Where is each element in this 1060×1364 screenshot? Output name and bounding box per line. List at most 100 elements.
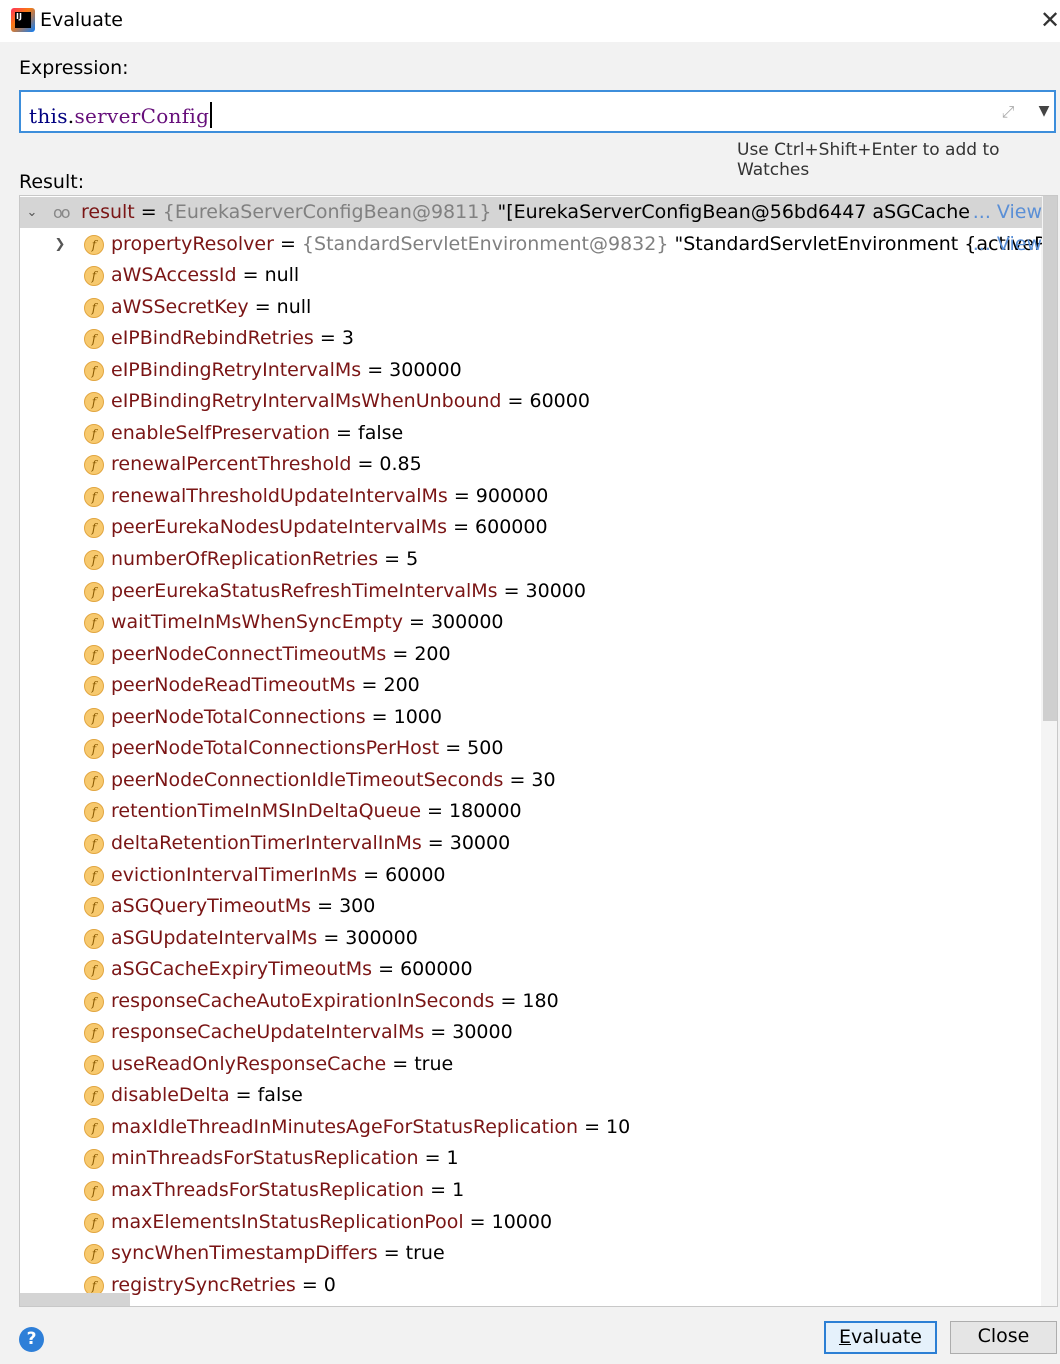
- field-icon: f: [84, 644, 104, 665]
- tree-row-renewalThresholdUpdateIntervalMs[interactable]: f renewalThresholdUpdateIntervalMs = 9000…: [20, 481, 1042, 512]
- tree-row-responseCacheUpdateIntervalMs[interactable]: f responseCacheUpdateIntervalMs = 30000: [20, 1017, 1042, 1048]
- tree-row-aWSSecretKey[interactable]: f aWSSecretKey = null: [20, 292, 1042, 323]
- chevron-down-icon[interactable]: ⌄: [24, 197, 40, 228]
- field-name: maxIdleThreadInMinutesAgeForStatusReplic…: [111, 1115, 579, 1138]
- field-name: renewalThresholdUpdateIntervalMs: [111, 484, 448, 507]
- field-value: 1: [446, 1147, 459, 1170]
- tree-row-useReadOnlyResponseCache[interactable]: f useReadOnlyResponseCache = true: [20, 1049, 1042, 1080]
- horizontal-scrollbar-thumb[interactable]: [20, 1293, 130, 1306]
- tree-row-eIPBindingRetryIntervalMsWhenUnbound[interactable]: f eIPBindingRetryIntervalMsWhenUnbound = …: [20, 386, 1042, 417]
- field-value: 300000: [430, 611, 504, 634]
- tree-row-aSGCacheExpiryTimeoutMs[interactable]: f aSGCacheExpiryTimeoutMs = 600000: [20, 954, 1042, 985]
- field-value: 30: [531, 768, 556, 791]
- tree-row-registrySyncRetries[interactable]: f registrySyncRetries = 0: [20, 1270, 1042, 1301]
- tree-row-minThreadsForStatusReplication[interactable]: f minThreadsForStatusReplication = 1: [20, 1143, 1042, 1174]
- help-icon[interactable]: ?: [19, 1327, 44, 1352]
- tree-row-propertyResolver[interactable]: ❯ f propertyResolver = {StandardServletEnv…: [20, 229, 1042, 260]
- chevron-right-icon[interactable]: ❯: [52, 229, 68, 260]
- field-icon: f: [84, 833, 104, 854]
- field-name: enableSelfPreservation: [111, 421, 331, 444]
- chevron-down-icon[interactable]: ▼: [1033, 100, 1055, 122]
- field-name: peerNodeTotalConnectionsPerHost: [111, 737, 440, 760]
- field-icon: f: [84, 518, 104, 539]
- tree-row-renewalPercentThreshold[interactable]: f renewalPercentThreshold = 0.85: [20, 449, 1042, 480]
- field-icon: f: [84, 613, 104, 634]
- expression-text[interactable]: this.serverConfig: [29, 102, 213, 128]
- tree-row-maxIdleThreadInMinutesAgeForStatusReplication[interactable]: f maxIdleThreadInMinutesAgeForStatusRepli…: [20, 1112, 1042, 1143]
- result-tree[interactable]: ⌄ oo result = {EurekaServerConfigBean@98…: [19, 195, 1058, 1307]
- tree-row-retentionTimeInMSInDeltaQueue[interactable]: f retentionTimeInMSInDeltaQueue = 180000: [20, 796, 1042, 827]
- view-link[interactable]: ... View: [970, 197, 1042, 228]
- field-icon: f: [84, 1181, 104, 1201]
- vertical-scrollbar-thumb[interactable]: [1043, 196, 1057, 721]
- field-icon: f: [84, 739, 104, 760]
- root-name: result: [81, 201, 135, 223]
- evaluate-button[interactable]: Evaluate: [824, 1321, 937, 1354]
- tree-row-numberOfReplicationRetries[interactable]: f numberOfReplicationRetries = 5: [20, 544, 1042, 575]
- field-value: 10: [606, 1115, 631, 1138]
- tree-row-peerNodeConnectTimeoutMs[interactable]: f peerNodeConnectTimeoutMs = 200: [20, 639, 1042, 670]
- field-name: evictionIntervalTimerInMs: [111, 863, 358, 886]
- tree-row-peerEurekaNodesUpdateIntervalMs[interactable]: f peerEurekaNodesUpdateIntervalMs = 60000…: [20, 512, 1042, 543]
- field-icon: f: [84, 802, 104, 823]
- tree-row-aSGUpdateIntervalMs[interactable]: f aSGUpdateIntervalMs = 300000: [20, 923, 1042, 954]
- tree-row-peerNodeTotalConnections[interactable]: f peerNodeTotalConnections = 1000: [20, 702, 1042, 733]
- field-value: true: [405, 1242, 445, 1265]
- field-name: retentionTimeInMSInDeltaQueue: [111, 800, 422, 823]
- tree-row-eIPBindRebindRetries[interactable]: f eIPBindRebindRetries = 3: [20, 323, 1042, 354]
- root-type: {EurekaServerConfigBean@9811}: [162, 201, 492, 223]
- field-name: aWSSecretKey: [111, 295, 249, 318]
- tree-row-peerNodeReadTimeoutMs[interactable]: f peerNodeReadTimeoutMs = 200: [20, 670, 1042, 701]
- field-value: 500: [467, 737, 504, 760]
- field-name: peerNodeTotalConnections: [111, 705, 366, 728]
- tree-row-responseCacheAutoExpirationInSeconds[interactable]: f responseCacheAutoExpirationInSeconds = …: [20, 986, 1042, 1017]
- tree-row-waitTimeInMsWhenSyncEmpty[interactable]: f waitTimeInMsWhenSyncEmpty = 300000: [20, 607, 1042, 638]
- field-value: 180000: [449, 800, 522, 823]
- close-icon[interactable]: ✕: [1040, 6, 1060, 34]
- field-name: peerNodeConnectionIdleTimeoutSeconds: [111, 768, 504, 791]
- field-name: eIPBindingRetryIntervalMs: [111, 358, 362, 381]
- field-icon: f: [84, 707, 104, 728]
- field-value: 60000: [529, 390, 590, 413]
- field-icon: f: [84, 234, 104, 255]
- tree-row-peerNodeConnectionIdleTimeoutSeconds[interactable]: f peerNodeConnectionIdleTimeoutSeconds = …: [20, 765, 1042, 796]
- field-name: aSGUpdateIntervalMs: [111, 926, 318, 949]
- tree-row-enableSelfPreservation[interactable]: f enableSelfPreservation = false: [20, 418, 1042, 449]
- field-icon: f: [84, 297, 104, 318]
- watches-hint: Use Ctrl+Shift+Enter to add to Watches: [737, 140, 1000, 180]
- field-value: 200: [383, 674, 420, 697]
- tree-row-peerEurekaStatusRefreshTimeIntervalMs[interactable]: f peerEurekaStatusRefreshTimeIntervalMs =…: [20, 576, 1042, 607]
- field-name: minThreadsForStatusReplication: [111, 1147, 419, 1170]
- tree-row-deltaRetentionTimerIntervalInMs[interactable]: f deltaRetentionTimerIntervalInMs = 30000: [20, 828, 1042, 859]
- field-icon: f: [84, 960, 104, 981]
- view-link[interactable]: ... View: [971, 229, 1042, 260]
- field-name: peerNodeConnectTimeoutMs: [111, 642, 387, 665]
- expand-editor-icon[interactable]: ⤢: [997, 101, 1019, 123]
- field-value: 900000: [475, 484, 549, 507]
- field-name: aSGQueryTimeoutMs: [111, 895, 312, 918]
- tree-row-aWSAccessId[interactable]: f aWSAccessId = null: [20, 260, 1042, 291]
- tree-row-disableDelta[interactable]: f disableDelta = false: [20, 1080, 1042, 1111]
- window-title: Evaluate: [40, 9, 123, 31]
- close-button[interactable]: Close: [950, 1321, 1057, 1354]
- expression-input[interactable]: this.serverConfig ⤢ ▼: [19, 90, 1056, 133]
- tree-row-syncWhenTimestampDiffers[interactable]: f syncWhenTimestampDiffers = true: [20, 1238, 1042, 1269]
- tree-row-aSGQueryTimeoutMs[interactable]: f aSGQueryTimeoutMs = 300: [20, 891, 1042, 922]
- tree-row-peerNodeTotalConnectionsPerHost[interactable]: f peerNodeTotalConnectionsPerHost = 500: [20, 733, 1042, 764]
- text-caret: [210, 102, 213, 128]
- tree-row-eIPBindingRetryIntervalMs[interactable]: f eIPBindingRetryIntervalMs = 300000: [20, 355, 1042, 386]
- field-name: propertyResolver: [111, 232, 274, 255]
- tree-row-evictionIntervalTimerInMs[interactable]: f evictionIntervalTimerInMs = 60000: [20, 860, 1042, 891]
- tree-row-maxThreadsForStatusReplication[interactable]: f maxThreadsForStatusReplication = 1: [20, 1175, 1042, 1206]
- field-name: peerEurekaNodesUpdateIntervalMs: [111, 516, 448, 539]
- field-value: 30000: [449, 831, 511, 854]
- tree-row-root[interactable]: ⌄ oo result = {EurekaServerConfigBean@98…: [20, 197, 1042, 228]
- field-icon: f: [84, 550, 104, 570]
- field-icon: f: [84, 1149, 104, 1170]
- field-name: eIPBindRebindRetries: [111, 327, 314, 350]
- field-name: useReadOnlyResponseCache: [111, 1052, 387, 1075]
- field-value: 1: [452, 1179, 465, 1201]
- field-value: 60000: [385, 863, 446, 886]
- tree-row-maxElementsInStatusReplicationPool[interactable]: f maxElementsInStatusReplicationPool = 10…: [20, 1207, 1042, 1238]
- field-value: true: [414, 1052, 454, 1075]
